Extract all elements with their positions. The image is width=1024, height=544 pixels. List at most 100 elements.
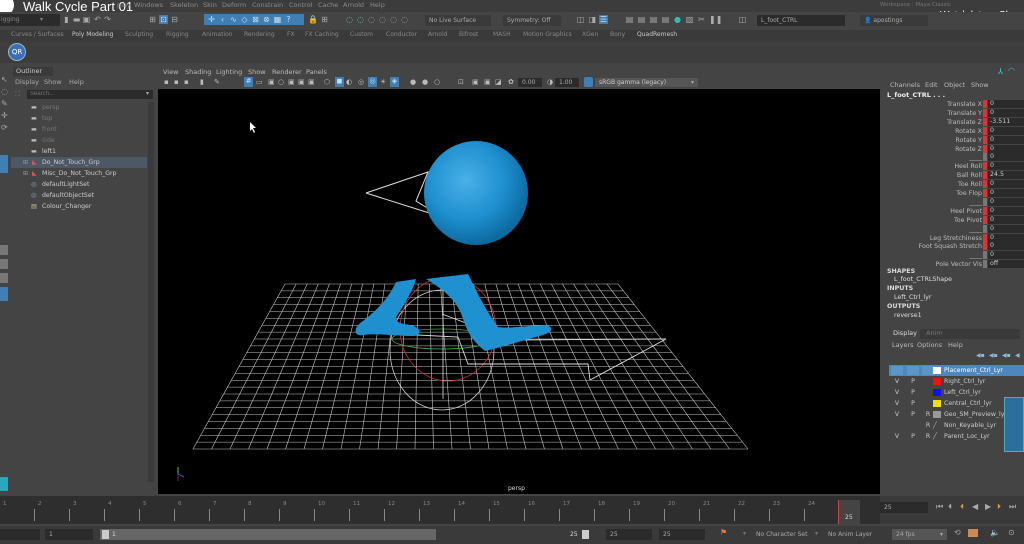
menu-set-selector[interactable]: igging ▾ bbox=[0, 14, 60, 26]
select-tool-icon[interactable]: ↖ bbox=[1, 75, 8, 84]
channel-value-field[interactable]: 0 bbox=[988, 206, 1024, 215]
step-forward-frame-icon[interactable]: ⏭ bbox=[1009, 502, 1016, 512]
channel-row[interactable]: Toe Pivot 0 bbox=[884, 215, 1024, 225]
deformations-mask-icon[interactable]: ⊠ bbox=[251, 15, 260, 24]
isolate-select-icon[interactable]: ⊡ bbox=[458, 78, 464, 86]
layer-color-swatch[interactable] bbox=[933, 400, 941, 407]
single-view-layout-icon[interactable] bbox=[0, 155, 8, 173]
channel-row[interactable]: ____ 0 bbox=[884, 153, 1024, 162]
loop-icon[interactable]: ⟲ bbox=[954, 528, 961, 537]
misc-mask-icon[interactable]: ? bbox=[284, 15, 293, 24]
menu-help[interactable]: Help bbox=[370, 1, 385, 9]
surfaces-mask-icon[interactable]: ◇ bbox=[240, 15, 249, 24]
shelf-tab-mash[interactable]: MASH bbox=[493, 31, 511, 38]
help-menu[interactable]: Help bbox=[948, 341, 963, 349]
outliner-item[interactable]: ⊞ ◣ Misc_Do_Not_Touch_Grp bbox=[11, 168, 147, 179]
paint-select-icon[interactable]: ✎ bbox=[1, 99, 8, 108]
outliner-item[interactable]: ⊞ ◣ Do_Not_Touch_Grp bbox=[11, 157, 147, 168]
outliner-item[interactable]: ▬ front bbox=[11, 124, 147, 135]
construction-history-icon[interactable]: ◫ bbox=[576, 15, 585, 24]
character-set-dropdown[interactable]: No Character Set bbox=[752, 529, 808, 540]
menu-arnold[interactable]: Arnold bbox=[343, 1, 364, 9]
playback-toggle[interactable]: P bbox=[907, 432, 919, 441]
channel-value-field[interactable]: 0 bbox=[988, 251, 1024, 260]
channel-row[interactable]: ____ 0 bbox=[884, 197, 1024, 207]
outliner-item[interactable]: ◎ defaultLightSet bbox=[11, 179, 147, 190]
wireframe-icon[interactable]: ⬡ bbox=[324, 78, 330, 86]
resolution-gate-icon[interactable]: ▣ bbox=[268, 78, 275, 86]
menu-constrain[interactable]: Constrain bbox=[252, 1, 283, 9]
channel-value-field[interactable]: 24.5 bbox=[988, 171, 1024, 180]
outliner-menu-help[interactable]: Help bbox=[69, 78, 84, 86]
layer-row[interactable]: V P Right_Ctrl_lyr bbox=[889, 376, 1024, 387]
range-slider-end-handle[interactable] bbox=[582, 530, 589, 539]
channel-row[interactable]: Heel Roll 0 bbox=[884, 162, 1024, 171]
channel-value-field[interactable]: 0 bbox=[988, 153, 1024, 162]
snap-curve-icon[interactable]: ◌ bbox=[356, 15, 365, 24]
channel-value-field[interactable]: 0 bbox=[988, 215, 1024, 224]
visibility-toggle[interactable] bbox=[891, 421, 903, 430]
gamma-icon[interactable]: ◑ bbox=[547, 78, 553, 86]
render-frame-icon[interactable]: ▤ bbox=[637, 15, 646, 24]
input-node[interactable]: Left_Ctrl_lyr bbox=[894, 294, 931, 301]
outliner-item[interactable]: ▬ persp bbox=[11, 102, 147, 113]
channel-row[interactable]: Translate Y 0 bbox=[884, 108, 1024, 118]
menu-play[interactable]: play bbox=[117, 1, 131, 9]
field-chart-icon[interactable]: ▣ bbox=[288, 78, 295, 86]
playback-end-field[interactable]: 25 bbox=[606, 529, 652, 540]
viewport-menu-view[interactable]: View bbox=[163, 68, 178, 76]
scene-start-field[interactable] bbox=[0, 529, 40, 540]
undo-icon[interactable]: ↶ bbox=[93, 15, 102, 24]
layer-color-swatch[interactable] bbox=[933, 378, 941, 385]
channel-row[interactable]: Rotate Z 0 bbox=[884, 144, 1024, 154]
fps-dropdown[interactable]: 24 fps ▾ bbox=[892, 529, 947, 540]
outliner-item[interactable]: ◎ defaultObjectSet bbox=[11, 190, 147, 201]
outliner-item[interactable]: ▬ top bbox=[11, 113, 147, 124]
shelf-tab-poly-modeling[interactable]: Poly Modeling bbox=[72, 31, 114, 38]
dynamics-mask-icon[interactable]: ⊗ bbox=[262, 15, 271, 24]
move-layer-up-icon[interactable]: ◀▪ bbox=[976, 352, 985, 359]
channel-row[interactable]: Toe Flop 0 bbox=[884, 189, 1024, 198]
channel-row[interactable]: Foot Squash Stretch 0 bbox=[884, 242, 1024, 251]
selection-name-field[interactable]: L_foot_CTRL bbox=[757, 15, 845, 26]
visibility-toggle[interactable] bbox=[891, 366, 903, 375]
outliner-search-input[interactable] bbox=[27, 90, 153, 99]
viewport-menu-panels[interactable]: Panels bbox=[306, 68, 327, 76]
layout-outliner-persp-icon[interactable] bbox=[0, 287, 8, 301]
channel-row[interactable]: Ball Roll 24.5 bbox=[884, 171, 1024, 180]
visibility-toggle[interactable]: V bbox=[891, 388, 903, 397]
viewport-menu-lighting[interactable]: Lighting bbox=[216, 68, 242, 76]
xray-icon[interactable]: ◈ bbox=[390, 77, 399, 87]
anim-layer-dropdown[interactable]: No Anim Layer bbox=[824, 529, 880, 540]
hypershade-icon[interactable]: ● bbox=[673, 15, 682, 24]
attribute-editor-toggle-icon[interactable]: ◠ bbox=[1008, 66, 1015, 75]
lock-icon[interactable]: 🔒 bbox=[308, 15, 318, 24]
shelf-tab-motion-graphics[interactable]: Motion Graphics bbox=[523, 31, 572, 38]
channel-row[interactable]: Translate X 0 bbox=[884, 100, 1024, 109]
save-scene-icon[interactable]: ▣ bbox=[82, 15, 91, 24]
xray-joints-icon[interactable]: ▣ bbox=[472, 78, 479, 86]
xray-active-icon[interactable]: ▣ bbox=[484, 78, 491, 86]
move-tool-icon[interactable]: ✛ bbox=[1, 111, 8, 120]
select-object-icon[interactable]: ⊡ bbox=[159, 15, 168, 24]
arnold-ipr-icon[interactable]: ✂ bbox=[697, 15, 706, 24]
outliner-scrollbar[interactable] bbox=[148, 102, 154, 482]
range-slider[interactable] bbox=[100, 529, 258, 540]
image-plane-icon[interactable]: ▮ bbox=[200, 78, 204, 86]
current-frame-field[interactable]: 25 bbox=[880, 502, 928, 513]
quadremesh-button[interactable]: QR bbox=[8, 43, 26, 61]
pause-ipr-icon[interactable]: ❚❚ bbox=[709, 15, 722, 24]
search-dropdown-icon[interactable]: ▾ bbox=[146, 90, 149, 97]
new-layer-selected-icon[interactable]: ◀ bbox=[1015, 352, 1020, 359]
step-forward-key-icon[interactable]: ⏵ bbox=[997, 502, 1001, 512]
shelf-tab-quadremesh[interactable]: QuadRemesh bbox=[637, 31, 677, 38]
shape-node[interactable]: L_foot_CTRLShape bbox=[894, 276, 952, 283]
shelf-tab-fx[interactable]: FX bbox=[287, 31, 295, 38]
channel-value-field[interactable]: 0 bbox=[988, 180, 1024, 189]
viewport-menu-renderer[interactable]: Renderer bbox=[272, 68, 302, 76]
channel-row[interactable]: ____ 0 bbox=[884, 224, 1024, 234]
motion-blur-icon[interactable]: ● bbox=[422, 78, 428, 86]
cache-playback-icon[interactable] bbox=[968, 529, 978, 537]
channel-value-field[interactable]: 0 bbox=[988, 162, 1024, 171]
safe-title-icon[interactable]: ▣ bbox=[308, 78, 315, 86]
